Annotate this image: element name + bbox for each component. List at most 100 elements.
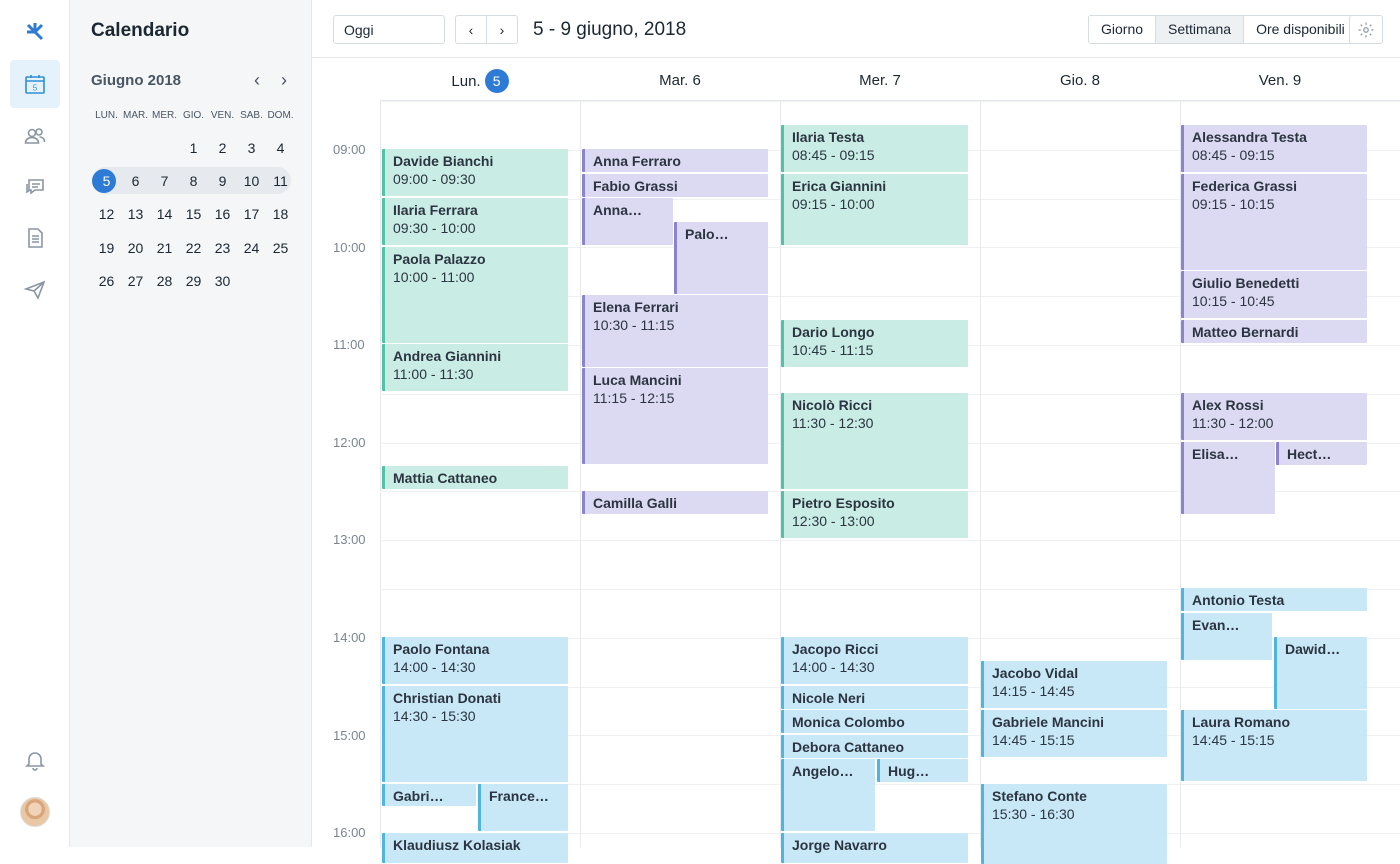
- appointment[interactable]: Ilaria Ferrara 09:30 - 10:00: [382, 198, 568, 245]
- mini-calendar-day[interactable]: 15: [179, 201, 208, 227]
- messages-icon[interactable]: [10, 163, 60, 211]
- bell-icon[interactable]: [10, 736, 60, 784]
- appointment[interactable]: Matteo Bernardi: [1181, 320, 1367, 343]
- appointment[interactable]: Andrea Giannini 11:00 - 11:30: [382, 344, 568, 391]
- appointment[interactable]: Giulio Benedetti 10:15 - 10:45: [1181, 271, 1367, 318]
- appointment[interactable]: Alex Rossi 11:30 - 12:00: [1181, 393, 1367, 440]
- appointment[interactable]: France…: [478, 784, 568, 831]
- mini-calendar-day[interactable]: 9: [208, 168, 237, 194]
- day-header-fri[interactable]: Ven. 9: [1180, 72, 1380, 89]
- mini-calendar-day[interactable]: 5: [92, 168, 121, 194]
- appointment[interactable]: Paola Palazzo 10:00 - 11:00: [382, 247, 568, 343]
- mini-calendar-day[interactable]: 11: [266, 168, 295, 194]
- mini-calendar-day[interactable]: 17: [237, 201, 266, 227]
- appointment-name: Andrea Giannini: [393, 348, 502, 364]
- day-header-mon[interactable]: Lun. 5: [380, 69, 580, 93]
- appointment[interactable]: Anna Ferraro: [582, 149, 768, 172]
- next-week-button[interactable]: ›: [486, 15, 518, 44]
- appointment[interactable]: Davide Bianchi 09:00 - 09:30: [382, 149, 568, 196]
- calendar-icon[interactable]: 5: [10, 60, 60, 108]
- patients-icon[interactable]: [10, 112, 60, 160]
- appointment[interactable]: Anna…: [582, 198, 673, 245]
- mini-calendar-day[interactable]: 10: [237, 168, 266, 194]
- documents-icon[interactable]: [10, 214, 60, 262]
- appointment[interactable]: Jorge Navarro: [781, 833, 968, 863]
- view-availability-button[interactable]: Ore disponibili: [1244, 16, 1357, 43]
- appointment[interactable]: Antonio Testa: [1181, 588, 1367, 611]
- appointment[interactable]: Gabri…: [382, 784, 476, 806]
- mini-calendar-day[interactable]: 30: [208, 268, 237, 294]
- appointment-name: Camilla Galli: [593, 495, 678, 511]
- mini-calendar-day[interactable]: 19: [92, 235, 121, 261]
- mini-calendar-day[interactable]: 3: [237, 135, 266, 161]
- appointment[interactable]: Luca Mancini 11:15 - 12:15: [582, 368, 768, 464]
- mini-calendar-day[interactable]: 4: [266, 135, 295, 161]
- appointment[interactable]: Camilla Galli: [582, 491, 768, 514]
- appointment[interactable]: Paolo Fontana 14:00 - 14:30: [382, 637, 568, 684]
- send-icon[interactable]: [10, 266, 60, 314]
- appointment[interactable]: Dario Longo 10:45 - 11:15: [781, 320, 968, 367]
- appointment-name: Anna…: [593, 202, 642, 218]
- appointment[interactable]: Christian Donati 14:30 - 15:30: [382, 686, 568, 782]
- appointment[interactable]: Federica Grassi 09:15 - 10:15: [1181, 174, 1367, 270]
- appointment[interactable]: Nicole Neri: [781, 686, 968, 709]
- appointment[interactable]: Fabio Grassi: [582, 174, 768, 197]
- appointment[interactable]: Ilaria Testa 08:45 - 09:15: [781, 125, 968, 172]
- next-month-button[interactable]: ›: [281, 70, 287, 91]
- mini-calendar-day[interactable]: 16: [208, 201, 237, 227]
- settings-button[interactable]: [1349, 15, 1383, 44]
- mini-calendar-day[interactable]: 8: [179, 168, 208, 194]
- mini-calendar-day[interactable]: 27: [121, 268, 150, 294]
- mini-calendar-day[interactable]: 7: [150, 168, 179, 194]
- mini-calendar-day[interactable]: 14: [150, 201, 179, 227]
- appointment[interactable]: Stefano Conte 15:30 - 16:30: [981, 784, 1167, 864]
- mini-calendar-day[interactable]: 22: [179, 235, 208, 261]
- appointment[interactable]: Hect…: [1276, 442, 1367, 465]
- mini-calendar-day[interactable]: 26: [92, 268, 121, 294]
- mini-calendar-day[interactable]: 21: [150, 235, 179, 261]
- appointment[interactable]: Evan…: [1181, 613, 1272, 660]
- appointment[interactable]: Debora Cattaneo: [781, 735, 968, 758]
- mini-calendar-day[interactable]: 23: [208, 235, 237, 261]
- avatar[interactable]: [20, 797, 50, 827]
- appointment[interactable]: Gabriele Mancini 14:45 - 15:15: [981, 710, 1167, 757]
- appointment[interactable]: Alessandra Testa 08:45 - 09:15: [1181, 125, 1367, 172]
- mini-calendar-day[interactable]: 28: [150, 268, 179, 294]
- prev-month-button[interactable]: ‹: [254, 70, 260, 91]
- appointment[interactable]: Palo…: [674, 222, 768, 294]
- mini-calendar-day[interactable]: 6: [121, 168, 150, 194]
- day-header-tue[interactable]: Mar. 6: [580, 72, 780, 89]
- mini-calendar-day[interactable]: 18: [266, 201, 295, 227]
- mini-calendar-day[interactable]: 13: [121, 201, 150, 227]
- appointment-time: 14:30 - 15:30: [393, 708, 476, 724]
- appointment[interactable]: Elisa…: [1181, 442, 1275, 514]
- day-header-wed[interactable]: Mer. 7: [780, 72, 980, 89]
- mini-calendar-day[interactable]: 24: [237, 235, 266, 261]
- mini-calendar-day[interactable]: 25: [266, 235, 295, 261]
- mini-calendar-day[interactable]: 2: [208, 135, 237, 161]
- prev-week-button[interactable]: ‹: [455, 15, 487, 44]
- appointment[interactable]: Laura Romano 14:45 - 15:15: [1181, 710, 1367, 781]
- appointment[interactable]: Monica Colombo: [781, 710, 968, 733]
- today-button[interactable]: Oggi: [333, 15, 445, 44]
- mini-calendar-day[interactable]: 20: [121, 235, 150, 261]
- appointment[interactable]: Pietro Esposito 12:30 - 13:00: [781, 491, 968, 538]
- view-day-button[interactable]: Giorno: [1089, 16, 1157, 43]
- appointment[interactable]: Jacobo Vidal 14:15 - 14:45: [981, 661, 1167, 708]
- appointment[interactable]: Angelo…: [781, 759, 875, 831]
- day-header-thu[interactable]: Gio. 8: [980, 72, 1180, 89]
- appointment[interactable]: Nicolò Ricci 11:30 - 12:30: [781, 393, 968, 489]
- appointment[interactable]: Hug…: [877, 759, 968, 782]
- view-week-button[interactable]: Settimana: [1156, 16, 1245, 43]
- appointment[interactable]: Elena Ferrari 10:30 - 11:15: [582, 295, 768, 367]
- appointment[interactable]: Dawid…: [1274, 637, 1367, 709]
- appointment[interactable]: Mattia Cattaneo: [382, 466, 568, 489]
- appointment[interactable]: Klaudiusz Kolasiak: [382, 833, 568, 863]
- appointment[interactable]: Erica Giannini 09:15 - 10:00: [781, 174, 968, 245]
- mini-calendar-day[interactable]: 12: [92, 201, 121, 227]
- appointment[interactable]: Jacopo Ricci 14:00 - 14:30: [781, 637, 968, 684]
- mini-calendar-day[interactable]: 1: [179, 135, 208, 161]
- logo-icon[interactable]: [10, 8, 60, 56]
- mini-calendar-day[interactable]: 29: [179, 268, 208, 294]
- appointment-name: Davide Bianchi: [393, 153, 494, 169]
